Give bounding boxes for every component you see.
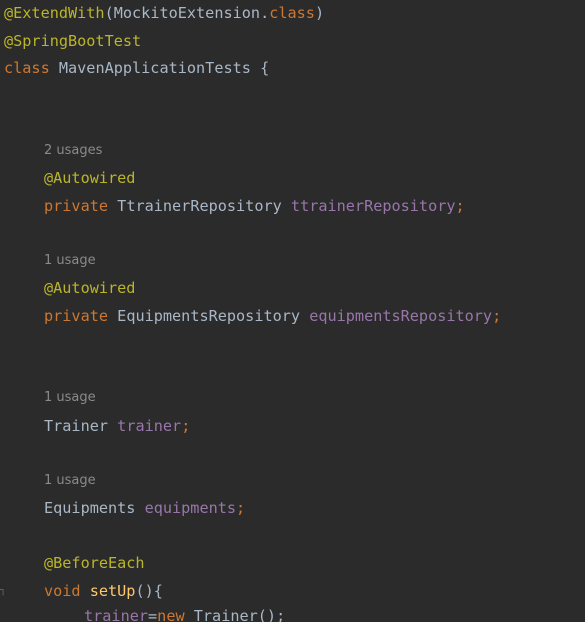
usages-hint[interactable]: 1 usage: [44, 389, 96, 407]
annotation-token: @Autowired: [44, 169, 136, 187]
field-token: trainer: [117, 417, 182, 435]
usages-hint[interactable]: 2 usages: [44, 142, 102, 160]
type-token: Equipments: [44, 499, 136, 517]
usages-hint[interactable]: 1 usage: [44, 252, 96, 270]
brace-token: {: [260, 59, 270, 77]
code-line-setup-method[interactable]: void setUp(){: [44, 581, 163, 601]
code-line-trainer-field[interactable]: Trainer trainer;: [44, 416, 190, 436]
annotation-token: @ExtendWith: [4, 4, 105, 22]
type-token: TtrainerRepository: [117, 197, 282, 215]
type-token: Trainer: [44, 417, 109, 435]
code-line-autowired[interactable]: @Autowired: [44, 168, 135, 188]
field-token: trainer: [84, 607, 149, 622]
parens-token: (): [135, 582, 154, 600]
code-line-trainer-repository[interactable]: private TtrainerRepository ttrainerRepos…: [44, 196, 465, 216]
class-name-token: MockitoExtension: [113, 4, 261, 22]
code-line-class-declaration[interactable]: class MavenApplicationTests {: [4, 58, 269, 78]
annotation-token: @BeforeEach: [44, 554, 145, 572]
code-line-extendwith[interactable]: @ExtendWith(MockitoExtension.class): [4, 3, 324, 23]
keyword-token: class: [4, 59, 50, 77]
paren-token: (: [104, 4, 114, 22]
code-line-equipments-repository[interactable]: private EquipmentsRepository equipmentsR…: [44, 306, 501, 326]
semicolon-token: ;: [181, 417, 191, 435]
keyword-token: class: [269, 4, 315, 22]
dot-token: .: [260, 4, 270, 22]
paren-token: ): [314, 4, 325, 22]
field-token: ttrainerRepository: [290, 197, 456, 215]
code-editor[interactable]: @ExtendWith(MockitoExtension.class) @Spr…: [0, 0, 585, 622]
semicolon-token: ;: [492, 307, 502, 325]
code-line-equipments-field[interactable]: Equipments equipments;: [44, 498, 245, 518]
type-token: Trainer: [193, 607, 258, 622]
keyword-token: private: [44, 197, 109, 215]
brace-token: {: [153, 582, 163, 600]
code-line-autowired[interactable]: @Autowired: [44, 278, 135, 298]
keyword-token: void: [44, 582, 81, 600]
fold-marker-icon[interactable]: ┐: [0, 584, 6, 598]
code-line-beforeeach[interactable]: @BeforeEach: [44, 553, 145, 573]
annotation-token: @Autowired: [44, 279, 136, 297]
equals-token: =: [148, 607, 158, 622]
semicolon-token: ;: [236, 499, 246, 517]
usages-hint[interactable]: 1 usage: [44, 472, 96, 490]
call-token: ();: [257, 607, 286, 622]
code-line-springboottest[interactable]: @SpringBootTest: [4, 31, 141, 51]
type-token: EquipmentsRepository: [117, 307, 301, 325]
field-token: equipments: [144, 499, 237, 517]
field-token: equipmentsRepository: [309, 307, 493, 325]
method-name-token: setUp: [89, 582, 136, 600]
keyword-token: new: [157, 607, 185, 622]
keyword-token: private: [44, 307, 109, 325]
class-name-token: MavenApplicationTests: [58, 59, 251, 77]
code-line-trainer-assignment[interactable]: trainer=new Trainer();: [84, 606, 285, 622]
semicolon-token: ;: [455, 197, 465, 215]
annotation-token: @SpringBootTest: [4, 32, 142, 50]
